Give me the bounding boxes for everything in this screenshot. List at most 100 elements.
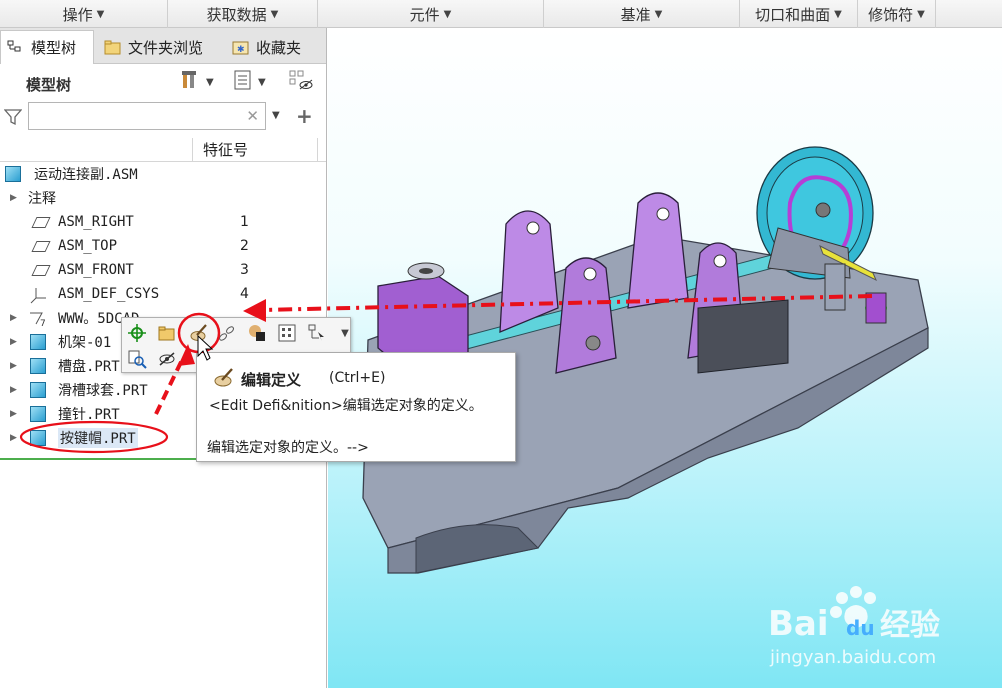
ribbon-group-get-data[interactable]: 获取数据 ▼ — [168, 0, 318, 28]
list-icon — [232, 69, 254, 95]
tree-item-label: 注释 — [28, 191, 56, 207]
tree-row-asm-right[interactable]: ASM_RIGHT 1 — [0, 210, 326, 234]
tooltip-help: 编辑选定对象的定义。--> — [207, 440, 369, 456]
tools-icon — [180, 69, 202, 95]
expand-arrow-icon[interactable]: ▶ — [10, 193, 17, 203]
navigator-tabs: 模型树 文件夹浏览 ✱ 收藏夹 — [0, 28, 326, 64]
coordinate-system-icon — [30, 286, 46, 304]
tab-label: 模型树 — [31, 39, 77, 57]
datum-plane-icon — [31, 265, 51, 276]
tooltip-title: 编辑定义 — [241, 371, 302, 389]
tab-label: 文件夹浏览 — [128, 38, 204, 57]
datum-plane-icon — [31, 217, 51, 228]
hide-icon[interactable] — [156, 348, 178, 370]
tooltip-shortcut: (Ctrl+E) — [329, 370, 386, 386]
show-menu-button[interactable]: ▼ — [232, 70, 266, 94]
tab-label: 收藏夹 — [256, 38, 302, 57]
chevron-down-icon: ▼ — [443, 8, 452, 20]
tree-column-header: 特征号 — [0, 138, 326, 162]
column-feature-number[interactable]: 特征号 — [192, 138, 318, 162]
open-icon[interactable] — [156, 322, 178, 344]
tab-model-tree[interactable]: 模型树 — [0, 30, 94, 64]
feature-number: 2 — [240, 238, 249, 254]
component-icon[interactable] — [306, 322, 328, 344]
tree-item-label: 槽盘.PRT — [58, 359, 120, 375]
ribbon-group-label: 操作 — [62, 5, 93, 24]
pattern-icon[interactable] — [276, 322, 298, 344]
tree-row-asm-front[interactable]: ASM_FRONT 3 — [0, 258, 326, 282]
part-icon — [30, 430, 46, 446]
expand-arrow-icon[interactable]: ▶ — [10, 433, 17, 443]
tree-settings-button[interactable]: ▼ — [180, 70, 214, 94]
chevron-down-icon: ▼ — [654, 8, 663, 20]
assembly-icon — [5, 166, 21, 182]
ribbon-group-component[interactable]: 元件 ▼ — [318, 0, 544, 28]
tree-row-asm-top[interactable]: ASM_TOP 2 — [0, 234, 326, 258]
part-icon — [30, 382, 46, 398]
tab-folder-browser[interactable]: 文件夹浏览 — [98, 30, 220, 64]
ribbon-group-label: 元件 — [409, 5, 440, 24]
ribbon-group-label: 修饰符 — [868, 5, 914, 24]
hidden-items-icon — [288, 69, 314, 95]
expand-arrow-icon[interactable]: ▶ — [10, 385, 17, 395]
tree-search-input[interactable]: ✕ — [28, 102, 266, 130]
tree-item-label: ASM_DEF_CSYS — [58, 286, 160, 302]
part-icon — [30, 334, 46, 350]
svg-text:7: 7 — [40, 319, 46, 328]
tooltip-edit-definition: 编辑定义 (Ctrl+E) <Edit Defi&nition>编辑选定对象的定… — [196, 352, 516, 462]
hide-items-button[interactable] — [288, 70, 314, 94]
favorites-icon: ✱ — [232, 39, 250, 55]
ribbon-group-modifiers[interactable]: 修饰符 ▼ — [858, 0, 936, 28]
ribbon-group-operations[interactable]: 操作 ▼ — [0, 0, 168, 28]
model-tree-title: 模型树 — [26, 76, 72, 94]
ribbon-group-label: 基准 — [620, 5, 651, 24]
chevron-down-icon: ▼ — [96, 8, 105, 20]
tooltip-description: <Edit Defi&nition>编辑选定对象的定义。 — [209, 398, 483, 414]
ribbon-group-label: 切口和曲面 — [755, 5, 831, 24]
tree-item-label: ASM_FRONT — [58, 262, 134, 278]
feature-number: 1 — [240, 214, 249, 230]
ribbon-group-datum[interactable]: 基准 ▼ — [544, 0, 740, 28]
folder-icon — [104, 39, 122, 55]
edit-definition-icon — [213, 367, 235, 393]
ribbon-bar: 操作 ▼ 获取数据 ▼ 元件 ▼ 基准 ▼ 切口和曲面 ▼ 修饰符 ▼ — [0, 0, 1002, 28]
tree-item-label: ASM_TOP — [58, 238, 118, 254]
tree-item-label: 按键帽.PRT — [58, 428, 138, 448]
tree-row-annotations[interactable]: ▶ 注释 — [0, 186, 326, 210]
filter-icon[interactable] — [3, 108, 23, 126]
tree-item-label: ASM_RIGHT — [58, 214, 134, 230]
chevron-down-icon: ▼ — [917, 8, 925, 20]
part-icon — [30, 406, 46, 422]
tree-row-assembly[interactable]: 运动连接副.ASM — [0, 162, 326, 186]
ribbon-group-label: 获取数据 — [206, 5, 267, 24]
appearance-icon[interactable] — [246, 322, 268, 344]
expand-arrow-icon[interactable]: ▶ — [10, 337, 17, 347]
clear-icon[interactable]: ✕ — [246, 107, 259, 125]
tree-row-asm-def-csys[interactable]: ASM_DEF_CSYS 4 — [0, 282, 326, 306]
tree-item-label: 运动连接副.ASM — [34, 167, 138, 183]
sketch-icon: 7 — [28, 310, 46, 329]
expand-arrow-icon[interactable]: ▶ — [10, 313, 17, 323]
model-tree-icon — [7, 40, 25, 56]
expand-arrow-icon[interactable]: ▶ — [10, 361, 17, 371]
part-icon — [30, 358, 46, 374]
add-filter-icon[interactable]: + — [296, 104, 313, 128]
svg-text:✱: ✱ — [237, 45, 245, 55]
tree-item-label: 滑槽球套.PRT — [58, 383, 148, 399]
chevron-down-icon: ▼ — [258, 76, 266, 88]
chevron-down-icon: ▼ — [834, 8, 842, 20]
move-icon[interactable] — [126, 322, 148, 344]
tree-item-label: 机架-01 — [58, 335, 112, 351]
expand-arrow-icon[interactable]: ▶ — [10, 409, 17, 419]
ribbon-group-cuts-surfaces[interactable]: 切口和曲面 ▼ — [740, 0, 858, 28]
chevron-down-icon: ▼ — [206, 76, 214, 88]
edit-definition-icon[interactable] — [188, 322, 210, 344]
zoom-to-selected-icon[interactable] — [126, 348, 148, 370]
datum-plane-icon — [31, 241, 51, 252]
chevron-down-icon[interactable]: ▼ — [272, 110, 280, 121]
feature-number: 4 — [240, 286, 249, 302]
chevron-down-icon[interactable]: ▼ — [334, 322, 356, 344]
feature-number: 3 — [240, 262, 249, 278]
tab-favorites[interactable]: ✱ 收藏夹 — [226, 30, 326, 64]
chain-icon[interactable] — [216, 322, 238, 344]
